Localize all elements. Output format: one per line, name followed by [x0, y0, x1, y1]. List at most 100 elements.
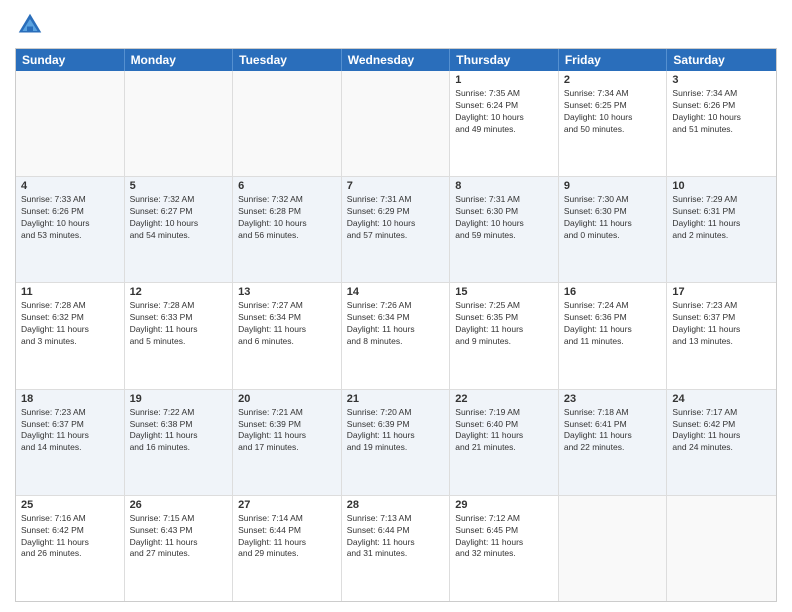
cell-text: Sunrise: 7:32 AMSunset: 6:27 PMDaylight:… [130, 194, 228, 242]
cell-text: Sunrise: 7:35 AMSunset: 6:24 PMDaylight:… [455, 88, 553, 136]
day-number: 22 [455, 393, 553, 405]
cell-text: Sunrise: 7:22 AMSunset: 6:38 PMDaylight:… [130, 407, 228, 455]
day-number: 26 [130, 499, 228, 511]
cell-text: Sunrise: 7:33 AMSunset: 6:26 PMDaylight:… [21, 194, 119, 242]
cell-text: Sunrise: 7:21 AMSunset: 6:39 PMDaylight:… [238, 407, 336, 455]
day-number: 15 [455, 286, 553, 298]
day-number: 16 [564, 286, 662, 298]
day-number: 13 [238, 286, 336, 298]
table-row: 16 Sunrise: 7:24 AMSunset: 6:36 PMDayligh… [559, 283, 668, 388]
day-number: 9 [564, 180, 662, 192]
day-number: 25 [21, 499, 119, 511]
header-day-monday: Monday [125, 49, 234, 71]
table-row: 5 Sunrise: 7:32 AMSunset: 6:27 PMDaylight… [125, 177, 234, 282]
cell-text: Sunrise: 7:27 AMSunset: 6:34 PMDaylight:… [238, 300, 336, 348]
day-number: 4 [21, 180, 119, 192]
cell-text: Sunrise: 7:25 AMSunset: 6:35 PMDaylight:… [455, 300, 553, 348]
header-day-friday: Friday [559, 49, 668, 71]
table-row: 23 Sunrise: 7:18 AMSunset: 6:41 PMDayligh… [559, 390, 668, 495]
day-number: 11 [21, 286, 119, 298]
day-number: 21 [347, 393, 445, 405]
table-row: 1 Sunrise: 7:35 AMSunset: 6:24 PMDaylight… [450, 71, 559, 176]
cell-text: Sunrise: 7:28 AMSunset: 6:33 PMDaylight:… [130, 300, 228, 348]
table-row [233, 71, 342, 176]
table-row: 20 Sunrise: 7:21 AMSunset: 6:39 PMDayligh… [233, 390, 342, 495]
cell-text: Sunrise: 7:24 AMSunset: 6:36 PMDaylight:… [564, 300, 662, 348]
calendar: SundayMondayTuesdayWednesdayThursdayFrid… [15, 48, 777, 602]
table-row [16, 71, 125, 176]
day-number: 2 [564, 74, 662, 86]
table-row: 11 Sunrise: 7:28 AMSunset: 6:32 PMDayligh… [16, 283, 125, 388]
cell-text: Sunrise: 7:12 AMSunset: 6:45 PMDaylight:… [455, 513, 553, 561]
cell-text: Sunrise: 7:18 AMSunset: 6:41 PMDaylight:… [564, 407, 662, 455]
day-number: 17 [672, 286, 771, 298]
table-row: 22 Sunrise: 7:19 AMSunset: 6:40 PMDayligh… [450, 390, 559, 495]
table-row: 18 Sunrise: 7:23 AMSunset: 6:37 PMDayligh… [16, 390, 125, 495]
cell-text: Sunrise: 7:26 AMSunset: 6:34 PMDaylight:… [347, 300, 445, 348]
table-row: 8 Sunrise: 7:31 AMSunset: 6:30 PMDaylight… [450, 177, 559, 282]
table-row [125, 71, 234, 176]
day-number: 10 [672, 180, 771, 192]
day-number: 20 [238, 393, 336, 405]
calendar-week-4: 25 Sunrise: 7:16 AMSunset: 6:42 PMDayligh… [16, 496, 776, 601]
table-row: 14 Sunrise: 7:26 AMSunset: 6:34 PMDayligh… [342, 283, 451, 388]
table-row: 9 Sunrise: 7:30 AMSunset: 6:30 PMDaylight… [559, 177, 668, 282]
table-row: 19 Sunrise: 7:22 AMSunset: 6:38 PMDayligh… [125, 390, 234, 495]
cell-text: Sunrise: 7:31 AMSunset: 6:30 PMDaylight:… [455, 194, 553, 242]
cell-text: Sunrise: 7:13 AMSunset: 6:44 PMDaylight:… [347, 513, 445, 561]
header-day-wednesday: Wednesday [342, 49, 451, 71]
header [15, 10, 777, 40]
table-row: 17Sunrise: 7:23 AMSunset: 6:37 PMDayligh… [667, 283, 776, 388]
logo [15, 10, 49, 40]
cell-text: Sunrise: 7:19 AMSunset: 6:40 PMDaylight:… [455, 407, 553, 455]
header-day-saturday: Saturday [667, 49, 776, 71]
table-row: 13 Sunrise: 7:27 AMSunset: 6:34 PMDayligh… [233, 283, 342, 388]
cell-text: Sunrise: 7:23 AMSunset: 6:37 PMDaylight:… [21, 407, 119, 455]
day-number: 27 [238, 499, 336, 511]
calendar-week-1: 4 Sunrise: 7:33 AMSunset: 6:26 PMDaylight… [16, 177, 776, 283]
day-number: 7 [347, 180, 445, 192]
page: SundayMondayTuesdayWednesdayThursdayFrid… [0, 0, 792, 612]
table-row [342, 71, 451, 176]
table-row: 3Sunrise: 7:34 AMSunset: 6:26 PMDaylight… [667, 71, 776, 176]
table-row: 2 Sunrise: 7:34 AMSunset: 6:25 PMDaylight… [559, 71, 668, 176]
table-row: 29 Sunrise: 7:12 AMSunset: 6:45 PMDayligh… [450, 496, 559, 601]
day-number: 23 [564, 393, 662, 405]
day-number: 29 [455, 499, 553, 511]
table-row: 26 Sunrise: 7:15 AMSunset: 6:43 PMDayligh… [125, 496, 234, 601]
day-number: 19 [130, 393, 228, 405]
cell-text: Sunrise: 7:14 AMSunset: 6:44 PMDaylight:… [238, 513, 336, 561]
header-day-tuesday: Tuesday [233, 49, 342, 71]
cell-text: Sunrise: 7:30 AMSunset: 6:30 PMDaylight:… [564, 194, 662, 242]
day-number: 5 [130, 180, 228, 192]
logo-icon [15, 10, 45, 40]
day-number: 1 [455, 74, 553, 86]
cell-text: Sunrise: 7:34 AMSunset: 6:25 PMDaylight:… [564, 88, 662, 136]
header-day-thursday: Thursday [450, 49, 559, 71]
table-row: 7Sunrise: 7:31 AMSunset: 6:29 PMDaylight… [342, 177, 451, 282]
day-number: 8 [455, 180, 553, 192]
day-number: 28 [347, 499, 445, 511]
day-number: 24 [672, 393, 771, 405]
table-row [559, 496, 668, 601]
cell-text: Sunrise: 7:17 AMSunset: 6:42 PMDaylight:… [672, 407, 771, 455]
cell-text: Sunrise: 7:15 AMSunset: 6:43 PMDaylight:… [130, 513, 228, 561]
table-row: 6Sunrise: 7:32 AMSunset: 6:28 PMDaylight… [233, 177, 342, 282]
day-number: 3 [672, 74, 771, 86]
header-day-sunday: Sunday [16, 49, 125, 71]
cell-text: Sunrise: 7:29 AMSunset: 6:31 PMDaylight:… [672, 194, 771, 242]
table-row: 10 Sunrise: 7:29 AMSunset: 6:31 PMDayligh… [667, 177, 776, 282]
table-row: 25 Sunrise: 7:16 AMSunset: 6:42 PMDayligh… [16, 496, 125, 601]
table-row [667, 496, 776, 601]
day-number: 14 [347, 286, 445, 298]
calendar-body: 1 Sunrise: 7:35 AMSunset: 6:24 PMDaylight… [16, 71, 776, 601]
cell-text: Sunrise: 7:28 AMSunset: 6:32 PMDaylight:… [21, 300, 119, 348]
day-number: 6 [238, 180, 336, 192]
table-row: 21Sunrise: 7:20 AMSunset: 6:39 PMDayligh… [342, 390, 451, 495]
table-row: 15 Sunrise: 7:25 AMSunset: 6:35 PMDayligh… [450, 283, 559, 388]
calendar-week-3: 18 Sunrise: 7:23 AMSunset: 6:37 PMDayligh… [16, 390, 776, 496]
calendar-week-0: 1 Sunrise: 7:35 AMSunset: 6:24 PMDaylight… [16, 71, 776, 177]
day-number: 18 [21, 393, 119, 405]
table-row: 28 Sunrise: 7:13 AMSunset: 6:44 PMDayligh… [342, 496, 451, 601]
cell-text: Sunrise: 7:16 AMSunset: 6:42 PMDaylight:… [21, 513, 119, 561]
